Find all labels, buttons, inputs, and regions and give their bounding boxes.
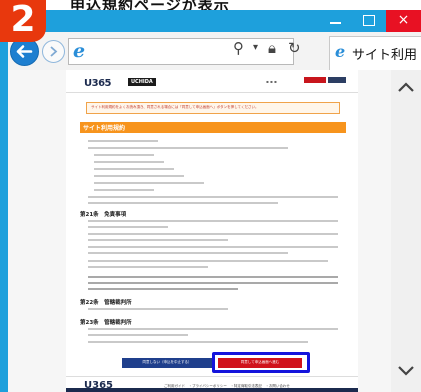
header-red-button[interactable] [304,77,326,83]
disagree-button[interactable]: 同意しない（申込を中止する） [122,358,212,368]
text-line [88,328,338,330]
text-line [88,276,338,278]
browser-window: × e ⚲ ▾ 🔒︎ ↻ e サイト利用 U365 UCHIDA ▪ ▪ ▪ サ… [0,10,421,392]
site-logo[interactable]: U365 [84,78,112,89]
text-line [94,154,154,156]
text-line [94,189,154,191]
text-line [88,220,338,222]
search-icon[interactable]: ⚲ [233,39,244,57]
close-icon: × [397,12,410,28]
text-line [88,239,228,241]
address-tools: ⚲ ▾ 🔒︎ ↻ [233,39,325,64]
dropdown-icon[interactable]: ▾ [253,42,258,53]
text-line [88,266,208,268]
text-line [88,147,288,149]
scroll-up-icon[interactable] [391,76,421,98]
browser-tab[interactable]: e サイト利用 [329,36,421,71]
step-number-badge: 2 [0,0,46,42]
copyright-bar [66,388,358,392]
footer-divider [66,376,358,377]
highlight-frame [212,352,310,373]
lock-icon: 🔒︎ [268,39,276,57]
title-bar: × [0,10,421,32]
text-line [94,182,204,184]
navigation-bar: e ⚲ ▾ 🔒︎ ↻ e サイト利用 [8,32,421,71]
partner-logo: UCHIDA [128,78,156,86]
text-line [88,202,278,204]
notice-text: サイト利用規約をよくお読み頂き、同意される場合には「同意して申込画面へ」ボタンを… [91,105,259,109]
scroll-down-icon[interactable] [391,360,421,382]
minimize-button[interactable] [318,10,352,32]
disagree-button-label: 同意しない（申込を中止する） [142,360,192,364]
web-page: U365 UCHIDA ▪ ▪ ▪ サイト利用規約をよくお読み頂き、同意される場… [66,70,358,392]
text-line [88,226,168,228]
minimize-icon [329,22,341,24]
text-line [88,246,338,248]
text-line [88,196,338,198]
vertical-scrollbar[interactable] [391,70,421,392]
article-23-heading: 第23条 管轄裁判所 [80,320,132,326]
header-navy-button[interactable] [328,77,346,83]
back-arrow-icon [16,45,33,58]
text-line [88,252,288,254]
article-22-heading: 第22条 管轄裁判所 [80,300,132,306]
tab-ie-icon: e [335,42,346,61]
maximize-icon [363,15,375,26]
section-title: サイト利用規約 [83,125,126,132]
header-divider [66,92,358,93]
text-line [88,308,228,310]
caption-strip: 申込規約ページが表示 [0,0,421,14]
tab-title: サイト利用 [352,48,418,63]
page-viewport: U365 UCHIDA ▪ ▪ ▪ サイト利用規約をよくお読み頂き、同意される場… [8,70,391,392]
text-line [88,334,188,336]
close-button[interactable]: × [386,10,421,32]
text-line [94,161,164,163]
notice-box: サイト利用規約をよくお読み頂き、同意される場合には「同意して申込画面へ」ボタンを… [86,102,340,114]
refresh-icon[interactable]: ↻ [288,39,301,57]
text-line [94,168,174,170]
article-21-heading: 第21条 免責事項 [80,212,127,218]
text-line [88,282,338,284]
text-line [88,288,238,290]
ie-logo-icon: e [73,40,86,62]
forward-button[interactable] [42,40,65,63]
maximize-button[interactable] [352,10,386,32]
forward-arrow-icon [50,46,58,57]
text-line [94,175,184,177]
text-line [88,341,308,343]
text-line [88,233,338,235]
header-utility-links[interactable]: ▪ ▪ ▪ [266,79,277,84]
section-title-bar: サイト利用規約 [80,122,346,133]
text-line [88,140,158,142]
text-line [88,260,328,262]
